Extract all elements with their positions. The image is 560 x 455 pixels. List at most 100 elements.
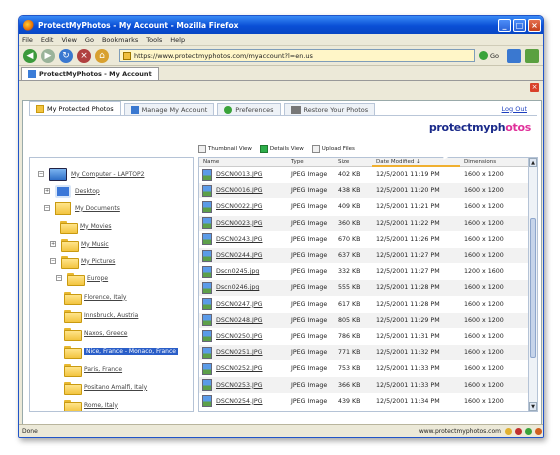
thumbnail-view-button[interactable]: Thumbnail View	[198, 145, 252, 153]
table-row[interactable]: DSCN0013.JPG JPEG Image 402 KB 12/5/2001 11…	[199, 167, 537, 184]
table-row[interactable]: DSCN0022.JPG JPEG Image 409 KB 12/5/2001 11…	[199, 199, 537, 216]
tree-node-my-documents[interactable]: − My Documents	[44, 201, 120, 215]
cell-name[interactable]: DSCN0244.JPG	[199, 249, 287, 262]
table-row[interactable]: DSCN0244.JPG JPEG Image 637 KB 12/5/2001 11…	[199, 247, 537, 265]
tree-node-my-computer[interactable]: − My Computer - LAPTOP2	[38, 167, 144, 181]
menu-go[interactable]: Go	[85, 36, 94, 44]
logout-link[interactable]: Log Out	[502, 105, 527, 113]
details-view-button[interactable]: Details View	[259, 145, 304, 153]
cell-name[interactable]: DSCN0254.JPG	[199, 395, 287, 408]
cell-name[interactable]: DSCN0016.JPG	[199, 184, 287, 197]
close-icon[interactable]: ×	[528, 18, 541, 32]
tab-restore-your-photos[interactable]: Restore Your Photos	[283, 103, 376, 115]
file-name-link[interactable]: DSCN0023.JPG	[216, 220, 263, 227]
tree-node-paris[interactable]: Paris, France	[64, 363, 122, 377]
menu-tools[interactable]: Tools	[146, 36, 162, 44]
file-name-link[interactable]: DSCN0022.JPG	[216, 203, 263, 210]
tab-manage-my-account[interactable]: Manage My Account	[123, 103, 215, 115]
cell-name[interactable]: Dscn0245.jpg	[199, 265, 287, 278]
minimize-icon[interactable]: _	[498, 18, 511, 32]
bookmark-icon[interactable]	[507, 48, 521, 63]
column-header-type[interactable]: Type	[287, 159, 334, 165]
table-row[interactable]: DSCN0252.JPG JPEG Image 753 KB 12/5/2001 11…	[199, 361, 537, 378]
cell-name[interactable]: DSCN0243.JPG	[199, 233, 287, 246]
cell-name[interactable]: DSCN0248.JPG	[199, 314, 287, 327]
print-icon[interactable]	[525, 48, 539, 63]
table-row[interactable]: DSCN0253.JPG JPEG Image 366 KB 12/5/2001 11…	[199, 377, 537, 394]
tree-node-positano[interactable]: Positano Amalfi, Italy	[64, 381, 147, 395]
cell-name[interactable]: DSCN0251.JPG	[199, 346, 287, 359]
cell-name[interactable]: DSCN0013.JPG	[199, 168, 287, 181]
file-name-link[interactable]: DSCN0250.JPG	[216, 333, 263, 340]
cell-name[interactable]: DSCN0253.JPG	[199, 379, 287, 392]
tab-close-icon[interactable]: ×	[530, 83, 539, 92]
collapse-icon[interactable]: −	[44, 205, 50, 211]
table-row[interactable]: DSCN0251.JPG JPEG Image 771 KB 12/5/2001 11…	[199, 345, 537, 362]
file-name-link[interactable]: DSCN0252.JPG	[216, 365, 263, 372]
cell-name[interactable]: DSCN0023.JPG	[199, 217, 287, 230]
table-row[interactable]: DSCN0023.JPG JPEG Image 360 KB 12/5/2001 11…	[199, 215, 537, 232]
tree-node-naxos[interactable]: Naxos, Greece	[64, 327, 128, 341]
tree-node-innsbruck[interactable]: Innsbruck, Austria	[64, 309, 138, 323]
collapse-icon[interactable]: −	[56, 275, 62, 281]
tree-node-rome[interactable]: Rome, Italy	[64, 399, 118, 411]
cell-name[interactable]: DSCN0022.JPG	[199, 200, 287, 213]
stop-icon[interactable]: ×	[77, 48, 91, 63]
tree-node-my-movies[interactable]: My Movies	[60, 220, 112, 234]
tab-preferences[interactable]: Preferences	[217, 103, 281, 115]
collapse-icon[interactable]: −	[50, 258, 56, 264]
file-name-link[interactable]: Dscn0245.jpg	[216, 268, 259, 275]
table-row[interactable]: Dscn0246.jpg JPEG Image 555 KB 12/5/2001 11…	[199, 280, 537, 297]
column-header-size[interactable]: Size	[334, 159, 372, 165]
file-name-link[interactable]: DSCN0247.JPG	[216, 301, 263, 308]
tree-node-desktop[interactable]: + Desktop	[44, 184, 100, 198]
cell-name[interactable]: DSCN0250.JPG	[199, 330, 287, 343]
table-row[interactable]: DSCN0250.JPG JPEG Image 786 KB 12/5/2001 11…	[199, 329, 537, 346]
column-header-dimensions[interactable]: Dimensions	[460, 159, 520, 165]
file-name-link[interactable]: DSCN0013.JPG	[216, 171, 263, 178]
tree-node-nice[interactable]: Nice, France - Monaco, France	[64, 345, 178, 359]
column-header-name[interactable]: Name	[199, 159, 287, 165]
file-name-link[interactable]: DSCN0251.JPG	[216, 349, 263, 356]
menu-view[interactable]: View	[61, 36, 76, 44]
scroll-up-icon[interactable]: ▲	[529, 158, 537, 167]
column-header-date-modified[interactable]: Date Modified ↓	[372, 158, 460, 167]
menu-file[interactable]: File	[22, 36, 33, 44]
upload-files-button[interactable]: Upload Files	[311, 145, 355, 153]
menu-bookmarks[interactable]: Bookmarks	[102, 36, 138, 44]
file-name-link[interactable]: DSCN0244.JPG	[216, 252, 263, 259]
table-row[interactable]: Dscn0245.jpg JPEG Image 332 KB 12/5/2001 11…	[199, 264, 537, 281]
tree-node-my-pictures[interactable]: − My Pictures	[50, 255, 115, 269]
tab-my-protected-photos[interactable]: My Protected Photos	[29, 101, 121, 115]
forward-icon[interactable]: ▶	[41, 48, 55, 63]
tree-node-my-music[interactable]: + My Music	[50, 238, 109, 252]
reload-icon[interactable]: ↻	[59, 48, 73, 63]
cell-name[interactable]: DSCN0247.JPG	[199, 298, 287, 311]
tree-node-florence[interactable]: Florence, Italy	[64, 291, 126, 305]
table-row[interactable]: DSCN0254.JPG JPEG Image 439 KB 12/5/2001 11…	[199, 394, 537, 410]
expand-icon[interactable]: +	[50, 241, 56, 247]
grid-scrollbar[interactable]: ▲ ▼	[528, 158, 537, 411]
tree-node-europe[interactable]: − Europe	[56, 272, 108, 286]
file-name-link[interactable]: DSCN0248.JPG	[216, 317, 263, 324]
file-name-link[interactable]: DSCN0016.JPG	[216, 187, 263, 194]
table-row[interactable]: DSCN0243.JPG JPEG Image 670 KB 12/5/2001 11…	[199, 232, 537, 248]
collapse-icon[interactable]: −	[38, 171, 44, 177]
scroll-down-icon[interactable]: ▼	[529, 402, 537, 411]
menu-edit[interactable]: Edit	[41, 36, 54, 44]
url-bar[interactable]: https://www.protectmyphotos.com/myaccoun…	[119, 49, 475, 62]
file-name-link[interactable]: Dscn0246.jpg	[216, 284, 259, 291]
browser-tab[interactable]: ProtectMyPhotos - My Account	[21, 67, 159, 80]
cell-name[interactable]: DSCN0252.JPG	[199, 362, 287, 375]
table-row[interactable]: DSCN0247.JPG JPEG Image 617 KB 12/5/2001 11…	[199, 297, 537, 313]
file-name-link[interactable]: DSCN0243.JPG	[216, 236, 263, 243]
expand-icon[interactable]: +	[44, 188, 50, 194]
go-button[interactable]: Go	[478, 51, 499, 60]
file-name-link[interactable]: DSCN0253.JPG	[216, 382, 263, 389]
file-name-link[interactable]: DSCN0254.JPG	[216, 398, 263, 405]
back-icon[interactable]: ◀	[23, 48, 37, 63]
maximize-icon[interactable]: □	[513, 18, 526, 32]
table-row[interactable]: DSCN0248.JPG JPEG Image 805 KB 12/5/2001 11…	[199, 312, 537, 329]
menu-help[interactable]: Help	[170, 36, 185, 44]
home-icon[interactable]: ⌂	[95, 48, 109, 63]
